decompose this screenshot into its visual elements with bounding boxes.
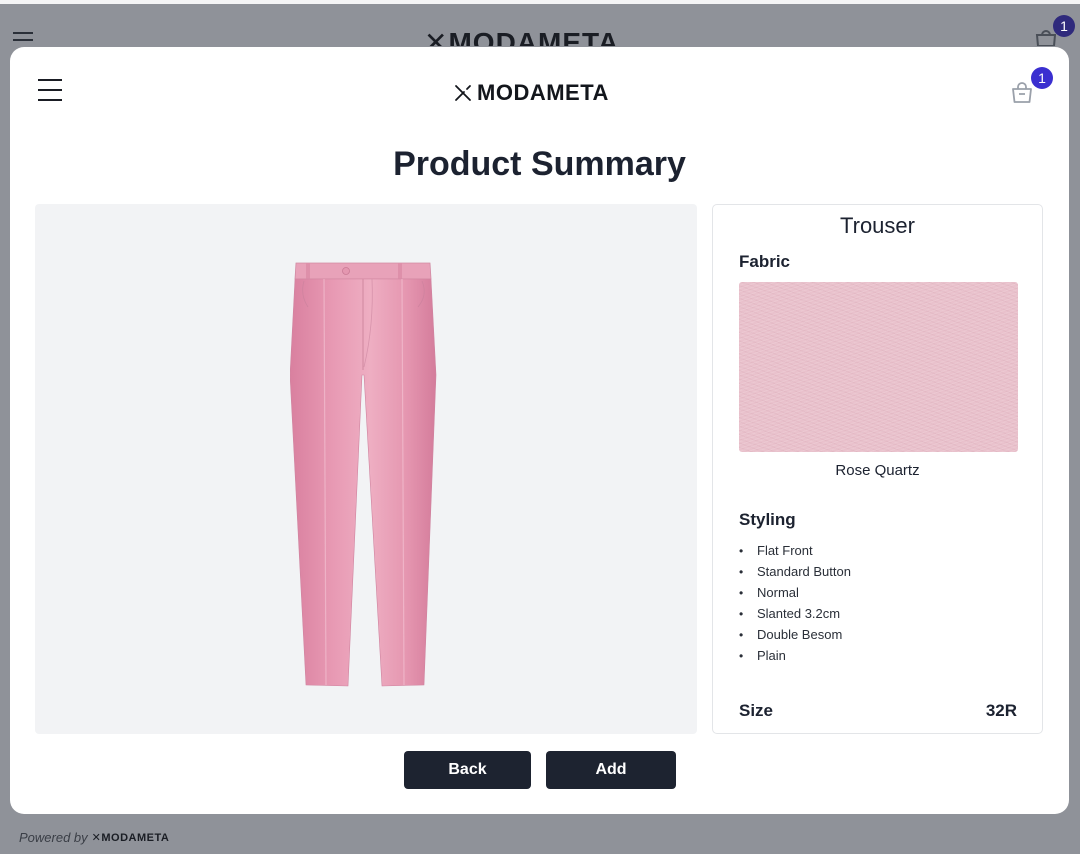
background-logo: ✕MODAMETA <box>424 27 620 46</box>
styling-list: Flat Front Standard Button Normal Slante… <box>739 542 851 668</box>
fabric-swatch <box>739 282 1018 452</box>
fabric-heading: Fabric <box>739 252 791 271</box>
background-top-strip <box>0 0 1080 4</box>
styling-item: Standard Button <box>739 563 851 584</box>
trouser-image <box>290 262 437 687</box>
size-label: Size <box>739 701 774 720</box>
brand-name: MODAMETA <box>477 80 609 105</box>
brand-logo[interactable]: MODAMETA <box>453 80 609 106</box>
add-button[interactable]: Add <box>546 751 676 789</box>
styling-item: Flat Front <box>739 542 851 563</box>
back-button[interactable]: Back <box>404 751 531 789</box>
styling-item: Slanted 3.2cm <box>739 605 851 626</box>
shopping-bag-icon[interactable] <box>1009 79 1035 105</box>
styling-item: Plain <box>739 647 851 668</box>
styling-item: Double Besom <box>739 626 851 647</box>
cart-count-badge: 1 <box>1031 67 1053 89</box>
background-cart-badge: 1 <box>1053 15 1075 37</box>
page-title: Product Summary <box>393 145 686 183</box>
background-menu-icon <box>13 32 33 46</box>
product-details-card: Trouser Fabric Rose Quartz Styling Flat … <box>712 204 1043 734</box>
brand-logo-mark-icon <box>455 85 471 101</box>
size-value: 32R <box>985 701 1017 720</box>
product-name: Trouser <box>840 213 915 238</box>
product-summary-modal: MODAMETA 1 Product Summary Trouser Fabri… <box>10 47 1069 814</box>
product-image-panel <box>35 204 697 734</box>
styling-item: Normal <box>739 584 851 605</box>
fabric-name: Rose Quartz <box>835 462 920 479</box>
styling-heading: Styling <box>739 510 796 529</box>
menu-icon[interactable] <box>38 79 62 101</box>
footer-brand: ✕MODAMETA <box>91 832 170 844</box>
powered-by-text: Powered by <box>19 830 88 845</box>
powered-by-footer: Powered by ✕MODAMETA <box>19 830 169 845</box>
